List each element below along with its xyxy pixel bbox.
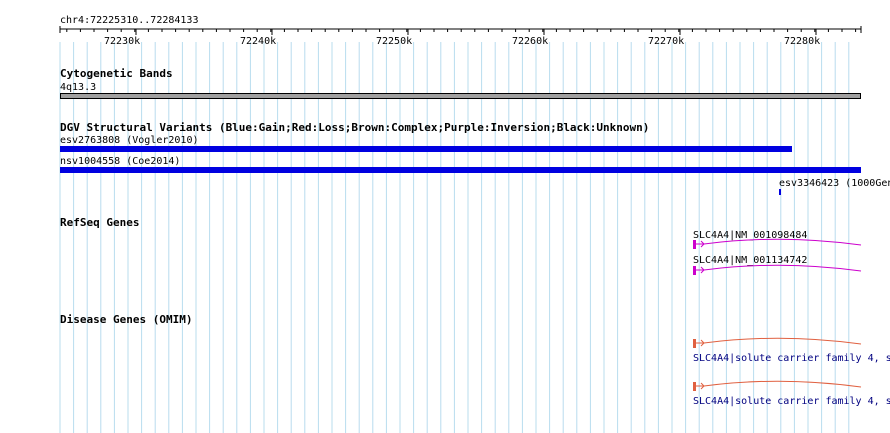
gene-glyphs (693, 238, 862, 391)
omim-gene-glyph[interactable] (693, 337, 862, 348)
refseq-gene-glyph[interactable] (693, 238, 862, 249)
refseq-gene-glyph[interactable] (693, 264, 862, 275)
omim-gene-glyph[interactable] (693, 380, 862, 391)
